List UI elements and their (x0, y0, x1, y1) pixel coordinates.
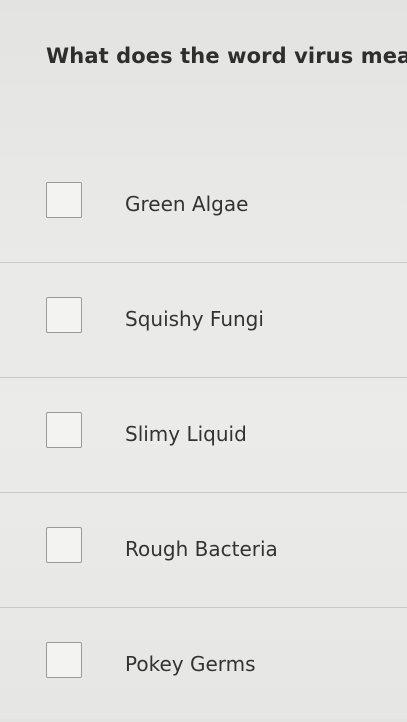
option-label: Green Algae (125, 192, 249, 216)
option-label: Squishy Fungi (125, 307, 264, 331)
answer-option[interactable]: Slimy Liquid (0, 378, 407, 493)
answer-options-list: Green Algae Squishy Fungi Slimy Liquid R… (0, 148, 407, 722)
question-text: What does the word virus mean (46, 44, 407, 68)
option-checkbox[interactable] (46, 527, 82, 563)
answer-option[interactable]: Squishy Fungi (0, 263, 407, 378)
option-label: Rough Bacteria (125, 537, 278, 561)
answer-option[interactable]: Pokey Germs (0, 608, 407, 722)
option-checkbox[interactable] (46, 182, 82, 218)
option-label: Slimy Liquid (125, 422, 247, 446)
answer-option[interactable]: Green Algae (0, 148, 407, 263)
option-label: Pokey Germs (125, 652, 256, 676)
option-checkbox[interactable] (46, 642, 82, 678)
option-checkbox[interactable] (46, 297, 82, 333)
option-checkbox[interactable] (46, 412, 82, 448)
answer-option[interactable]: Rough Bacteria (0, 493, 407, 608)
